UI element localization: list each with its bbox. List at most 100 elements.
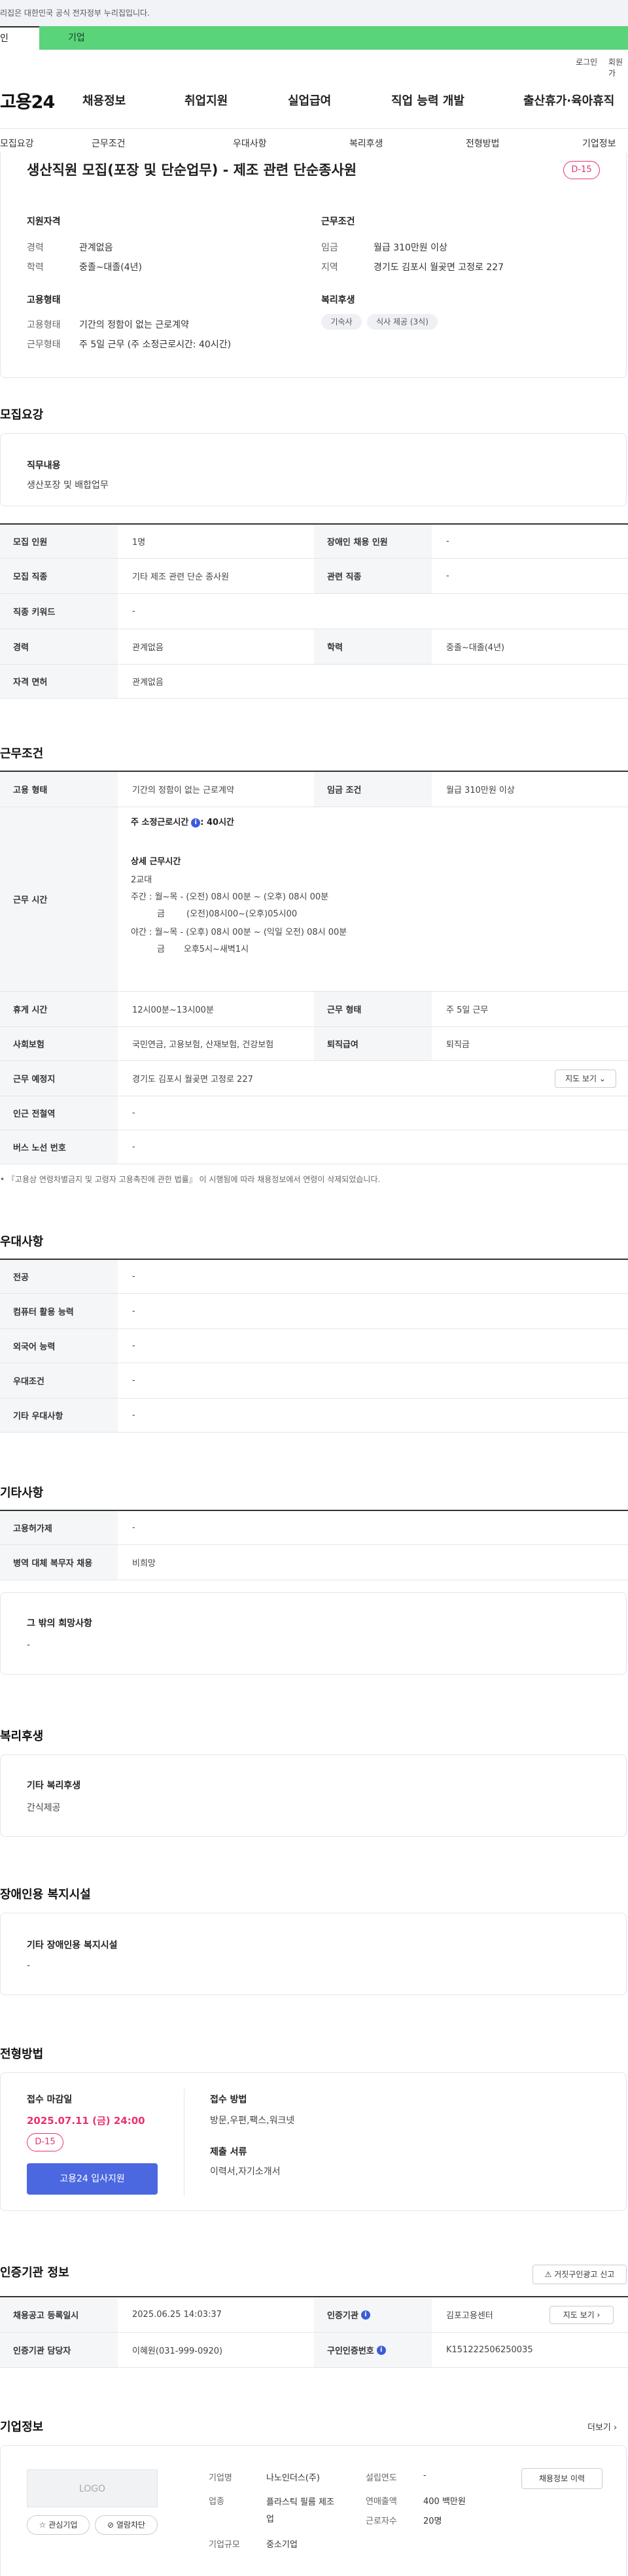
severance-value: 퇴직금 [446, 1040, 470, 1050]
job-history-button[interactable]: 채용정보 이력 [521, 2468, 602, 2489]
table-row: 모집 인원 1명 장애인 채용 인원 - [0, 525, 628, 559]
gnb-jobs[interactable]: 채용정보 [82, 92, 126, 109]
age-discrimination-note: • 『고용상 연령차별금지 및 고령자 고용촉진에 관한 법률』 이 시행됨에 … [0, 1175, 381, 1184]
subnav-company[interactable]: 기업정보 [582, 137, 616, 150]
agency-manager-value: 이혜원(031-999-0920) [132, 2346, 223, 2356]
employment-permit-value: - [132, 1523, 135, 1533]
etc-section-title: 기타사항 [0, 1486, 44, 1500]
registered-at-label: 채용공고 등록일시 [0, 2297, 118, 2332]
break-time-label: 휴게 시간 [0, 992, 118, 1026]
gnb-vocational-training[interactable]: 직업 능력 개발 [391, 92, 464, 109]
info-icon[interactable]: i [191, 818, 201, 827]
welfare-box: 기타 복리후생 간식제공 [0, 1754, 627, 1837]
table-row: 전공 - [0, 1260, 628, 1294]
chevron-down-icon: ⌄ [599, 1074, 606, 1083]
education-row-label: 학력 [314, 629, 432, 664]
disabled-facility-label: 기타 장애인용 복지시설 [27, 1940, 118, 1951]
table-row: 근무 시간 주 소정근로시간 i: 40시간 상세 근무시간 2교대 주간 : 월… [0, 807, 628, 992]
registered-at-value: 2025.06.25 14:03:37 [132, 2310, 222, 2320]
other-wishes-label: 그 밖의 희망사항 [27, 1618, 92, 1629]
subnav-preference[interactable]: 우대사항 [233, 137, 267, 150]
recruit-table: 모집 인원 1명 장애인 채용 인원 - 모집 직종 기타 제조 관련 단순 종… [0, 523, 628, 699]
employment-type-label: 고용형태 [27, 320, 61, 330]
work-type-label: 근무형태 [27, 339, 61, 350]
login-link[interactable]: 로그인 [576, 56, 597, 67]
work-place-value: 경기도 김포시 월곶면 고정로 227 [132, 1075, 253, 1085]
bus-value: - [132, 1142, 135, 1152]
welfare-value: 간식제공 [27, 1803, 61, 1813]
tab-individual[interactable]: 인 [0, 26, 39, 50]
work-map-button[interactable]: 지도 보기 ⌄ [555, 1070, 616, 1088]
tab-business[interactable]: 기업 [39, 26, 628, 50]
subnav-welfare[interactable]: 복리후생 [349, 137, 383, 150]
certification-number-value: K151222506250035 [446, 2345, 533, 2355]
table-row: 인근 전철역 - [0, 1096, 628, 1130]
info-icon[interactable]: i [360, 2310, 370, 2320]
recruit-count-value: 1명 [132, 538, 146, 548]
info-icon[interactable]: i [376, 2345, 386, 2355]
weekly-hours: 주 소정근로시간 i: 40시간 [131, 815, 234, 827]
deadline-label: 접수 마감일 [27, 2095, 73, 2105]
company-size-value: 중소기업 [266, 2540, 298, 2550]
signup-link[interactable]: 회원가 [608, 56, 628, 78]
subway-label: 인근 전철역 [0, 1096, 118, 1130]
subnav-work[interactable]: 근무조건 [92, 137, 126, 150]
company-name-label: 기업명 [209, 2473, 232, 2483]
work-map-button-label: 지도 보기 [565, 1074, 597, 1083]
certification-number-label-text: 구인인증번호 [327, 2346, 374, 2356]
table-row: 경력 관계없음 학력 중졸~대졸(4년) [0, 629, 628, 665]
agency-map-button[interactable]: 지도 보기 › [550, 2306, 614, 2324]
military-service-value: 비희망 [132, 1559, 156, 1569]
gov-banner-text: 리집은 대한민국 공식 전자정부 누리집입니다. [0, 9, 150, 18]
report-fake-ad-button[interactable]: ⚠ 거짓구인광고 신고 [532, 2265, 627, 2284]
subnav-recruit[interactable]: 모집요강 [0, 137, 34, 150]
site-logo[interactable]: 고용24 [0, 88, 55, 113]
work-table: 고용 형태 기간의 정함이 없는 근로계약 임금 조건 월급 310만원 이상 … [0, 771, 628, 1164]
insurance-label: 사회보험 [0, 1027, 118, 1060]
agency-section-title: 인증기관 정보 [0, 2266, 69, 2280]
work-type-value: 주 5일 근무 (주 소정근로시간: 40시간) [79, 339, 232, 350]
wage-row-label: 임금 조건 [314, 772, 432, 807]
other-wishes-box: 그 밖의 희망사항 - [0, 1592, 627, 1675]
region-value: 경기도 김포시 월곶면 고정로 227 [374, 262, 504, 273]
job-content-box: 직무내용 생산포장 및 배합업무 [0, 433, 627, 506]
apply-button[interactable]: 고용24 입사지원 [27, 2163, 158, 2195]
star-icon: ☆ [39, 2520, 46, 2530]
disabled-facility-section-title: 장애인용 복지시설 [0, 1888, 91, 1902]
recruit-job-value: 기타 제조 관련 단순 종사원 [132, 572, 230, 582]
block-view-button[interactable]: ⊘ 열람차단 [95, 2515, 158, 2535]
interest-company-label: 관심기업 [48, 2520, 78, 2530]
detail-line: 금 (오전)08시00~(오후)05시00 [157, 909, 298, 919]
company-size-label: 기업규모 [209, 2540, 240, 2550]
table-row: 휴게 시간 12시00분~13시00분 근무 형태 주 5일 근무 [0, 992, 628, 1027]
detail-line: 금 오후5시~새벽1시 [157, 945, 249, 954]
company-more-link[interactable]: 더보기 › [587, 2420, 617, 2433]
agency-table: 채용공고 등록일시 2025.06.25 14:03:37 인증기관 i 김포고용… [0, 2296, 628, 2368]
detail-line: 2교대 [131, 875, 152, 885]
table-row: 자격 면허 관계없음 [0, 665, 628, 699]
other-wishes-value: - [27, 1640, 31, 1650]
gnb-unemployment-benefit[interactable]: 실업급여 [288, 92, 331, 109]
job-title: 생산직원 모집(포장 및 단순업무) - 제조 관련 단순종사원 [27, 162, 357, 178]
documents-value: 이력서,자기소개서 [210, 2167, 281, 2177]
agency-manager-label: 인증기관 담당자 [0, 2333, 118, 2367]
job-keyword-value: - [132, 606, 135, 616]
subway-value: - [132, 1108, 135, 1118]
agency-map-button-label: 지도 보기 [563, 2310, 595, 2320]
gnb-employment-support[interactable]: 취업지원 [184, 92, 228, 109]
region-label: 지역 [321, 262, 338, 273]
related-job-value: - [446, 571, 449, 581]
interest-company-button[interactable]: ☆ 관심기업 [27, 2515, 90, 2535]
selection-box: 접수 마감일 2025.07.11 (금) 24:00 D-15 고용24 입사… [0, 2072, 627, 2211]
qualification-title: 지원자격 [27, 217, 61, 227]
company-logo-placeholder: LOGO [27, 2469, 158, 2507]
employment-type-row-value: 기간의 정함이 없는 근로계약 [132, 786, 234, 795]
gnb-parental-leave[interactable]: 출산휴가·육아휴직 [523, 92, 614, 109]
education-label: 학력 [27, 262, 44, 273]
chevron-right-icon: › [597, 2310, 601, 2320]
weekly-hours-label: 주 소정근로시간 [131, 818, 189, 827]
military-service-label: 병역 대체 복무자 채용 [0, 1545, 118, 1580]
company-section-title: 기업정보 [0, 2420, 44, 2434]
age-discrimination-note-text: 『고용상 연령차별금지 및 고령자 고용촉진에 관한 법률』 이 시행됨에 따라… [7, 1175, 381, 1184]
subnav-selection[interactable]: 전형방법 [466, 137, 500, 150]
